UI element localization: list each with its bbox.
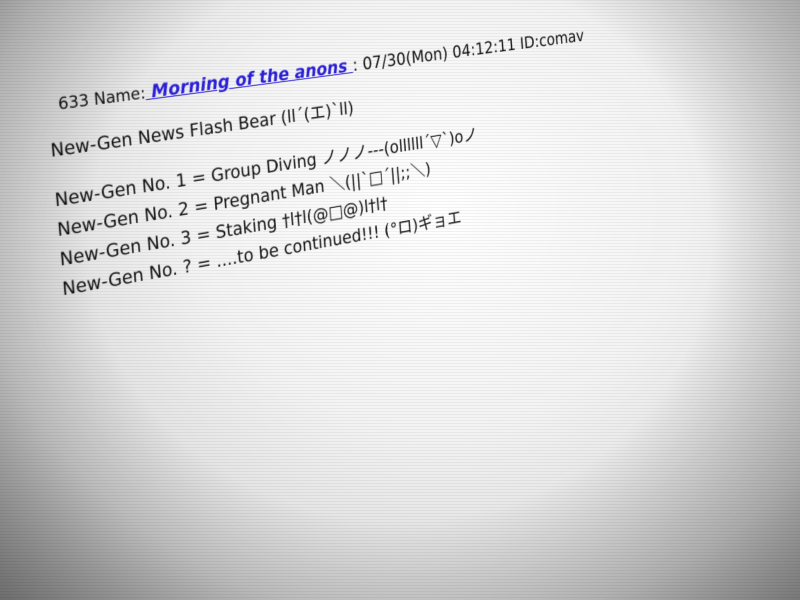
post-name-label: Name: bbox=[93, 83, 147, 110]
screen: 633 Name: Morning of the anons : 07/30(M… bbox=[0, 0, 800, 600]
poster-name-link[interactable]: Morning of the anons bbox=[145, 56, 354, 104]
post-number: 633 bbox=[57, 90, 90, 115]
forum-post: 633 Name: Morning of the anons : 07/30(M… bbox=[40, 18, 661, 305]
